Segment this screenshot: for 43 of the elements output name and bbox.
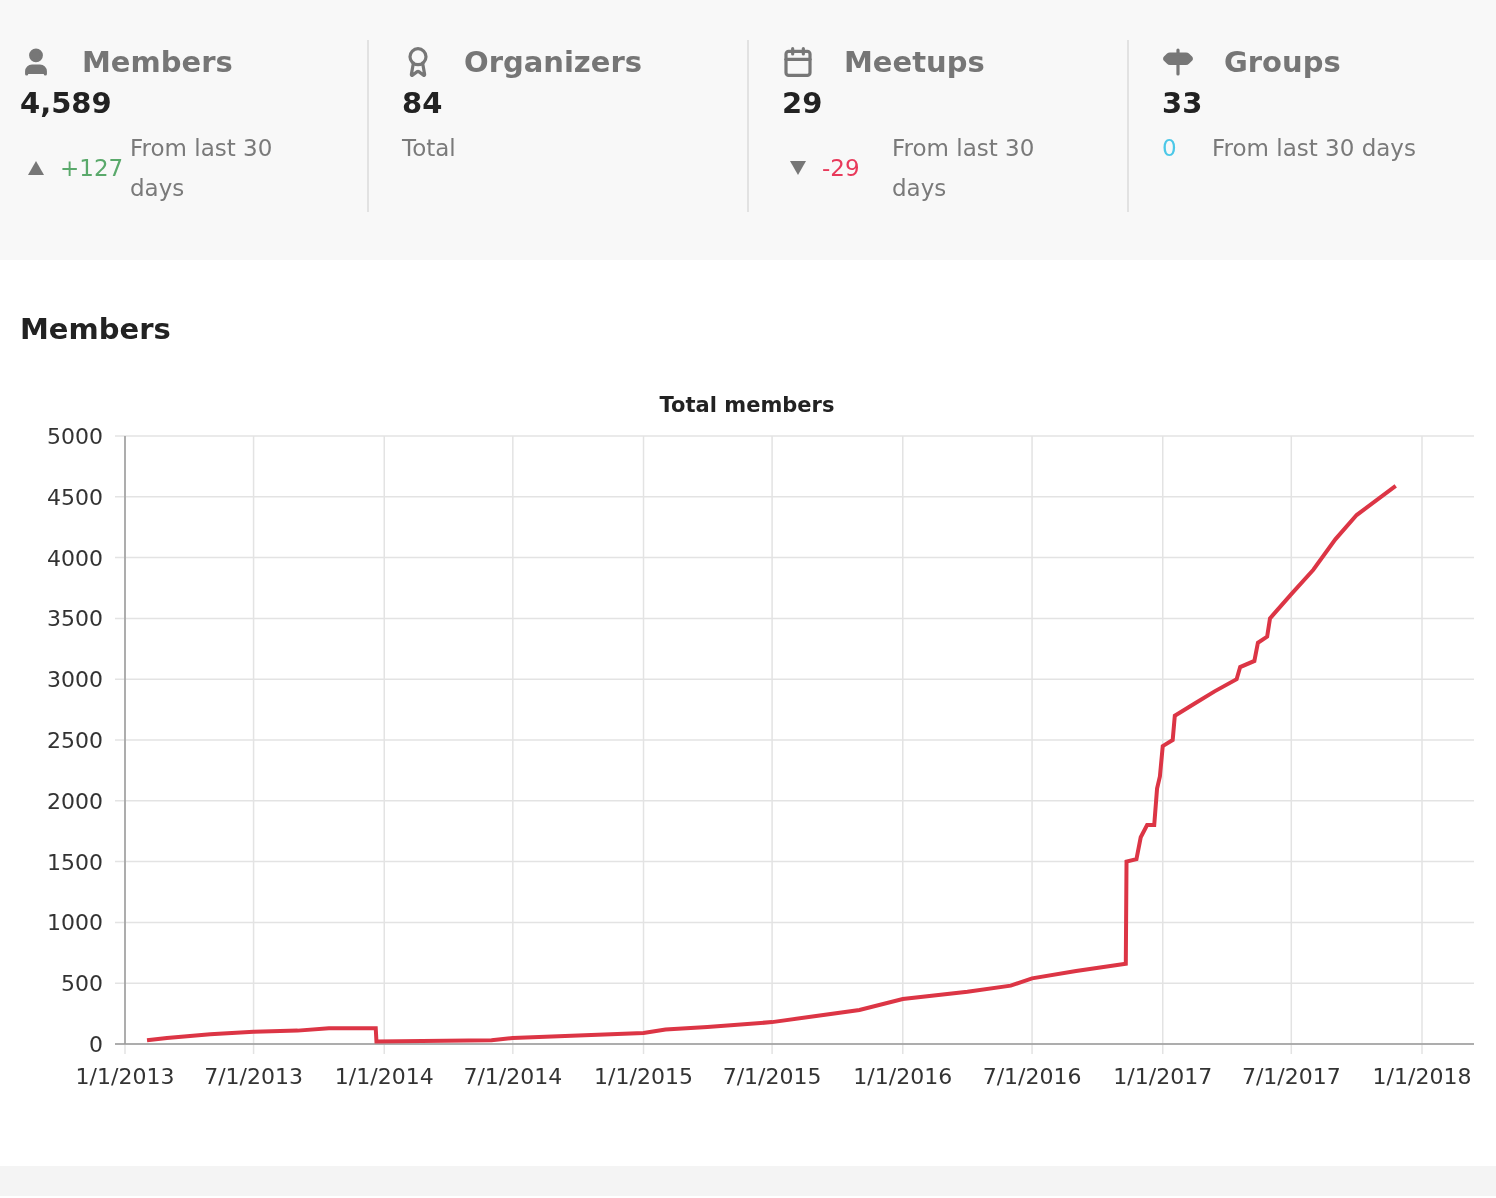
x-tick-label: 1/1/2015 xyxy=(594,1064,693,1089)
x-tick-label: 7/1/2016 xyxy=(982,1064,1082,1089)
y-tick-label: 0 xyxy=(89,1032,103,1057)
y-tick-label: 1500 xyxy=(47,849,103,875)
signpost-icon xyxy=(1162,46,1194,78)
x-tick-label: 7/1/2014 xyxy=(463,1064,563,1089)
section-heading: Members xyxy=(20,312,172,346)
x-tick-label: 1/1/2017 xyxy=(1113,1064,1213,1089)
stat-title: Members xyxy=(82,45,233,79)
x-tick-label: 1/1/2013 xyxy=(75,1064,175,1089)
x-tick-label: 1/1/2018 xyxy=(1372,1064,1472,1089)
y-tick-label: 3000 xyxy=(47,667,103,693)
stat-title: Meetups xyxy=(844,45,985,79)
x-tick-label: 7/1/2017 xyxy=(1241,1064,1341,1089)
stat-value: 33 xyxy=(1162,86,1204,120)
stat-title: Groups xyxy=(1224,45,1341,79)
stat-title: Organizers xyxy=(464,45,642,79)
change-value: +127 xyxy=(60,155,125,181)
down-arrow-icon xyxy=(790,161,806,175)
up-arrow-icon xyxy=(28,161,44,175)
stat-value: 84 xyxy=(402,86,444,120)
stat-note: Total xyxy=(402,134,457,163)
y-tick-label: 5000 xyxy=(47,424,103,449)
x-tick-label: 7/1/2015 xyxy=(722,1064,822,1089)
change-value: 0 xyxy=(1162,135,1178,161)
stat-value: 4,589 xyxy=(20,86,113,120)
chart-title: Total members xyxy=(659,393,835,417)
y-tick-label: 4500 xyxy=(47,484,103,510)
x-tick-label: 7/1/2013 xyxy=(204,1064,303,1089)
x-tick-label: 1/1/2014 xyxy=(334,1064,434,1089)
y-tick-label: 1000 xyxy=(47,910,103,936)
change-note: From last 30 days xyxy=(130,134,274,203)
x-tick-label: 1/1/2016 xyxy=(853,1064,953,1089)
y-tick-label: 500 xyxy=(61,971,103,997)
change-note: From last 30 days xyxy=(892,134,1036,203)
change-value: -29 xyxy=(822,155,861,181)
y-tick-label: 2000 xyxy=(47,788,103,814)
stat-value: 29 xyxy=(782,86,824,120)
y-tick-label: 4000 xyxy=(47,545,103,571)
y-tick-label: 2500 xyxy=(47,728,103,753)
calendar-icon xyxy=(782,46,814,78)
y-tick-label: 3500 xyxy=(47,606,103,632)
change-note: From last 30 days xyxy=(1212,134,1416,163)
